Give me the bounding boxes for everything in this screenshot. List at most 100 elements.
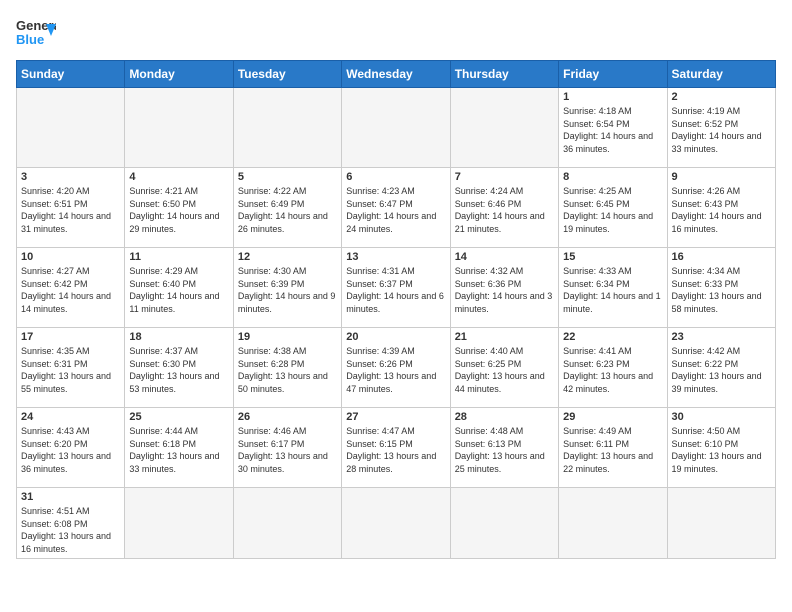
calendar-cell: 17 Sunrise: 4:35 AM Sunset: 6:31 PM Dayli… bbox=[17, 328, 125, 408]
calendar-cell: 5 Sunrise: 4:22 AM Sunset: 6:49 PM Daylig… bbox=[233, 168, 341, 248]
calendar-week-2: 3 Sunrise: 4:20 AM Sunset: 6:51 PM Daylig… bbox=[17, 168, 776, 248]
calendar-week-6: 31 Sunrise: 4:51 AM Sunset: 6:08 PM Dayli… bbox=[17, 488, 776, 559]
day-info: Sunrise: 4:38 AM Sunset: 6:28 PM Dayligh… bbox=[238, 345, 337, 395]
calendar-header-saturday: Saturday bbox=[667, 61, 775, 88]
day-info: Sunrise: 4:46 AM Sunset: 6:17 PM Dayligh… bbox=[238, 425, 337, 475]
calendar-cell: 6 Sunrise: 4:23 AM Sunset: 6:47 PM Daylig… bbox=[342, 168, 450, 248]
day-info: Sunrise: 4:34 AM Sunset: 6:33 PM Dayligh… bbox=[672, 265, 771, 315]
day-number: 13 bbox=[346, 251, 445, 263]
day-number: 30 bbox=[672, 411, 771, 423]
day-number: 11 bbox=[129, 251, 228, 263]
calendar-cell: 24Sunrise: 4:43 AM Sunset: 6:20 PM Dayli… bbox=[17, 408, 125, 488]
calendar-cell: 26 Sunrise: 4:46 AM Sunset: 6:17 PM Dayli… bbox=[233, 408, 341, 488]
calendar-week-3: 10 Sunrise: 4:27 AM Sunset: 6:42 PM Dayli… bbox=[17, 248, 776, 328]
calendar-cell bbox=[233, 488, 341, 559]
calendar-cell bbox=[559, 488, 667, 559]
day-number: 3 bbox=[21, 171, 120, 183]
day-number: 25 bbox=[129, 411, 228, 423]
calendar-header-monday: Monday bbox=[125, 61, 233, 88]
calendar-cell bbox=[125, 88, 233, 168]
day-info: Sunrise: 4:35 AM Sunset: 6:31 PM Dayligh… bbox=[21, 345, 120, 395]
day-info: Sunrise: 4:25 AM Sunset: 6:45 PM Dayligh… bbox=[563, 185, 662, 235]
logo-icon: General Blue bbox=[16, 16, 56, 52]
day-info: Sunrise: 4:43 AM Sunset: 6:20 PM Dayligh… bbox=[21, 425, 120, 475]
calendar-cell: 20 Sunrise: 4:39 AM Sunset: 6:26 PM Dayli… bbox=[342, 328, 450, 408]
calendar-header-friday: Friday bbox=[559, 61, 667, 88]
calendar-cell bbox=[17, 88, 125, 168]
calendar-cell: 7Sunrise: 4:24 AM Sunset: 6:46 PM Daylig… bbox=[450, 168, 558, 248]
calendar-header-tuesday: Tuesday bbox=[233, 61, 341, 88]
calendar-header-wednesday: Wednesday bbox=[342, 61, 450, 88]
calendar-cell: 13 Sunrise: 4:31 AM Sunset: 6:37 PM Dayli… bbox=[342, 248, 450, 328]
day-info: Sunrise: 4:23 AM Sunset: 6:47 PM Dayligh… bbox=[346, 185, 445, 235]
day-number: 14 bbox=[455, 251, 554, 263]
day-info: Sunrise: 4:20 AM Sunset: 6:51 PM Dayligh… bbox=[21, 185, 120, 235]
day-number: 31 bbox=[21, 491, 120, 503]
day-number: 22 bbox=[563, 331, 662, 343]
calendar-cell: 2 Sunrise: 4:19 AM Sunset: 6:52 PM Daylig… bbox=[667, 88, 775, 168]
day-number: 5 bbox=[238, 171, 337, 183]
day-info: Sunrise: 4:24 AM Sunset: 6:46 PM Dayligh… bbox=[455, 185, 554, 235]
calendar-cell bbox=[125, 488, 233, 559]
day-number: 26 bbox=[238, 411, 337, 423]
calendar-cell bbox=[342, 88, 450, 168]
calendar-cell bbox=[233, 88, 341, 168]
day-number: 23 bbox=[672, 331, 771, 343]
day-number: 12 bbox=[238, 251, 337, 263]
calendar-cell: 30 Sunrise: 4:50 AM Sunset: 6:10 PM Dayli… bbox=[667, 408, 775, 488]
day-info: Sunrise: 4:39 AM Sunset: 6:26 PM Dayligh… bbox=[346, 345, 445, 395]
calendar-cell: 21Sunrise: 4:40 AM Sunset: 6:25 PM Dayli… bbox=[450, 328, 558, 408]
day-info: Sunrise: 4:31 AM Sunset: 6:37 PM Dayligh… bbox=[346, 265, 445, 315]
day-info: Sunrise: 4:40 AM Sunset: 6:25 PM Dayligh… bbox=[455, 345, 554, 395]
day-info: Sunrise: 4:19 AM Sunset: 6:52 PM Dayligh… bbox=[672, 105, 771, 155]
calendar-week-4: 17 Sunrise: 4:35 AM Sunset: 6:31 PM Dayli… bbox=[17, 328, 776, 408]
calendar-cell bbox=[342, 488, 450, 559]
day-info: Sunrise: 4:22 AM Sunset: 6:49 PM Dayligh… bbox=[238, 185, 337, 235]
calendar-cell bbox=[667, 488, 775, 559]
day-info: Sunrise: 4:44 AM Sunset: 6:18 PM Dayligh… bbox=[129, 425, 228, 475]
calendar-header-row: SundayMondayTuesdayWednesdayThursdayFrid… bbox=[17, 61, 776, 88]
calendar-cell: 22 Sunrise: 4:41 AM Sunset: 6:23 PM Dayli… bbox=[559, 328, 667, 408]
day-info: Sunrise: 4:29 AM Sunset: 6:40 PM Dayligh… bbox=[129, 265, 228, 315]
calendar-cell: 16Sunrise: 4:34 AM Sunset: 6:33 PM Dayli… bbox=[667, 248, 775, 328]
day-info: Sunrise: 4:33 AM Sunset: 6:34 PM Dayligh… bbox=[563, 265, 662, 315]
day-info: Sunrise: 4:51 AM Sunset: 6:08 PM Dayligh… bbox=[21, 505, 120, 555]
day-info: Sunrise: 4:47 AM Sunset: 6:15 PM Dayligh… bbox=[346, 425, 445, 475]
calendar-cell: 31 Sunrise: 4:51 AM Sunset: 6:08 PM Dayli… bbox=[17, 488, 125, 559]
day-number: 27 bbox=[346, 411, 445, 423]
day-info: Sunrise: 4:50 AM Sunset: 6:10 PM Dayligh… bbox=[672, 425, 771, 475]
day-info: Sunrise: 4:49 AM Sunset: 6:11 PM Dayligh… bbox=[563, 425, 662, 475]
day-number: 6 bbox=[346, 171, 445, 183]
calendar-cell: 25 Sunrise: 4:44 AM Sunset: 6:18 PM Dayli… bbox=[125, 408, 233, 488]
day-info: Sunrise: 4:41 AM Sunset: 6:23 PM Dayligh… bbox=[563, 345, 662, 395]
day-number: 9 bbox=[672, 171, 771, 183]
calendar-cell: 28Sunrise: 4:48 AM Sunset: 6:13 PM Dayli… bbox=[450, 408, 558, 488]
day-number: 8 bbox=[563, 171, 662, 183]
calendar-week-5: 24Sunrise: 4:43 AM Sunset: 6:20 PM Dayli… bbox=[17, 408, 776, 488]
day-number: 4 bbox=[129, 171, 228, 183]
calendar-cell: 9 Sunrise: 4:26 AM Sunset: 6:43 PM Daylig… bbox=[667, 168, 775, 248]
day-info: Sunrise: 4:27 AM Sunset: 6:42 PM Dayligh… bbox=[21, 265, 120, 315]
calendar-cell bbox=[450, 488, 558, 559]
day-number: 20 bbox=[346, 331, 445, 343]
day-info: Sunrise: 4:42 AM Sunset: 6:22 PM Dayligh… bbox=[672, 345, 771, 395]
day-info: Sunrise: 4:37 AM Sunset: 6:30 PM Dayligh… bbox=[129, 345, 228, 395]
logo: General Blue bbox=[16, 16, 56, 52]
day-number: 2 bbox=[672, 91, 771, 103]
day-number: 29 bbox=[563, 411, 662, 423]
calendar-cell: 4Sunrise: 4:21 AM Sunset: 6:50 PM Daylig… bbox=[125, 168, 233, 248]
calendar-header-sunday: Sunday bbox=[17, 61, 125, 88]
calendar-cell: 12Sunrise: 4:30 AM Sunset: 6:39 PM Dayli… bbox=[233, 248, 341, 328]
day-number: 19 bbox=[238, 331, 337, 343]
header: General Blue bbox=[16, 16, 776, 52]
day-number: 15 bbox=[563, 251, 662, 263]
calendar-cell: 10 Sunrise: 4:27 AM Sunset: 6:42 PM Dayli… bbox=[17, 248, 125, 328]
calendar-cell: 14Sunrise: 4:32 AM Sunset: 6:36 PM Dayli… bbox=[450, 248, 558, 328]
calendar-cell: 19 Sunrise: 4:38 AM Sunset: 6:28 PM Dayli… bbox=[233, 328, 341, 408]
svg-text:Blue: Blue bbox=[16, 32, 44, 47]
calendar-cell: 23 Sunrise: 4:42 AM Sunset: 6:22 PM Dayli… bbox=[667, 328, 775, 408]
calendar-cell: 15 Sunrise: 4:33 AM Sunset: 6:34 PM Dayli… bbox=[559, 248, 667, 328]
day-number: 10 bbox=[21, 251, 120, 263]
day-number: 17 bbox=[21, 331, 120, 343]
day-info: Sunrise: 4:26 AM Sunset: 6:43 PM Dayligh… bbox=[672, 185, 771, 235]
